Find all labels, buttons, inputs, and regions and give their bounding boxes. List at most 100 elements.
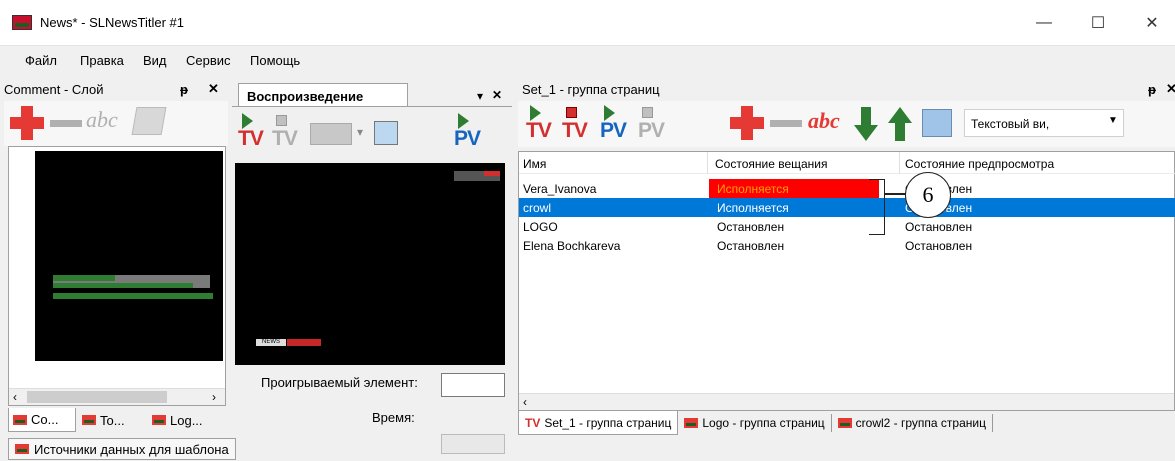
news-logo-red: [287, 339, 321, 346]
right-panel-header: Set_1 - группа страниц ᵽ ✕: [518, 79, 1175, 101]
stop-tv-button[interactable]: TV: [562, 105, 592, 143]
tab-comment[interactable]: Co...: [8, 408, 76, 432]
menu-service[interactable]: Сервис: [186, 53, 231, 68]
right-toolbar: TV TV PV PV abc Текстовый ви, ▼: [518, 101, 1175, 147]
right-panel: Set_1 - группа страниц ᵽ ✕ TV TV PV PV a…: [518, 79, 1175, 435]
column-header-preview[interactable]: Состояние предпросмотра: [905, 157, 1054, 171]
menu-help[interactable]: Помощь: [250, 53, 300, 68]
stop-icon: [566, 107, 577, 118]
layer-label: Comment: [99, 345, 152, 359]
row-name: LOGO: [523, 220, 558, 234]
play-pv-button[interactable]: PV: [454, 113, 484, 151]
close-panel-icon[interactable]: ✕: [208, 81, 219, 97]
row-broadcast: Остановлен: [717, 239, 785, 253]
play-tv-button[interactable]: TV: [238, 113, 268, 151]
news-logo: NEWS: [256, 339, 286, 346]
stop-pv-button[interactable]: PV: [638, 105, 668, 143]
play-pv-button[interactable]: PV: [600, 105, 630, 143]
edit-template-icon[interactable]: [922, 109, 952, 137]
menu-file[interactable]: Файл: [25, 53, 57, 68]
left-panel-body: Comment ‹ ›: [8, 146, 226, 406]
remove-layer-icon[interactable]: [50, 120, 82, 127]
menu-edit[interactable]: Правка: [80, 53, 124, 68]
close-panel-icon[interactable]: ✕: [492, 88, 502, 102]
left-scrollbar[interactable]: ‹ ›: [9, 388, 225, 405]
thumb-bar-green-1: [53, 275, 115, 281]
tab-label: Set_1 - группа страниц: [544, 415, 672, 430]
layer-icon: [13, 414, 27, 425]
app-icon: [12, 15, 32, 30]
row-broadcast: Исполняется: [717, 182, 789, 196]
add-layer-icon[interactable]: [10, 106, 44, 140]
camera-icon[interactable]: [310, 123, 352, 145]
move-down-icon[interactable]: [854, 107, 878, 141]
left-bottom-tabs: Co... To... Log...: [8, 408, 226, 433]
text-icon[interactable]: abc: [808, 108, 840, 134]
time-label: Время:: [372, 410, 415, 425]
chevron-down-icon[interactable]: ▼: [1108, 115, 1118, 126]
channel-logo-mark: [484, 171, 500, 176]
left-panel-header: Comment - Слой ᵽ ✕: [0, 79, 228, 101]
view-mode-select[interactable]: Текстовый ви, ▼: [964, 109, 1124, 137]
tab-to[interactable]: To...: [78, 408, 146, 432]
tab-log[interactable]: Log...: [148, 408, 224, 432]
close-panel-icon[interactable]: ✕: [1166, 81, 1175, 97]
scroll-right-icon[interactable]: ›: [212, 390, 216, 404]
camera-dropdown-icon[interactable]: ▾: [357, 125, 363, 139]
row-preview: Остановлен: [905, 239, 973, 253]
close-button[interactable]: ✕: [1129, 0, 1175, 46]
scroll-left-icon[interactable]: ‹: [523, 395, 527, 409]
tab-playback[interactable]: Воспроизведение: [238, 83, 408, 107]
played-item-field[interactable]: [441, 373, 505, 397]
dropdown-icon[interactable]: ▾: [477, 89, 483, 103]
channel-logo: [454, 171, 500, 181]
menu-view[interactable]: Вид: [143, 53, 167, 68]
stop-tv-button[interactable]: TV: [272, 113, 302, 151]
add-page-icon[interactable]: [730, 106, 764, 140]
table-row[interactable]: LOGO Остановлен Остановлен: [519, 217, 1175, 236]
scroll-thumb[interactable]: [27, 391, 167, 403]
play-tv-button[interactable]: TV: [526, 105, 556, 143]
stop-icon: [276, 115, 287, 126]
view-mode-value: Текстовый ви,: [971, 117, 1050, 131]
right-bottom-tabs: TV Set_1 - группа страниц Logo - группа …: [518, 411, 1175, 435]
tab-logo[interactable]: Logo - группа страниц: [678, 412, 830, 434]
middle-panel: Воспроизведение ▾ ✕ TV TV ▾ PV NEWS Прои…: [232, 79, 512, 454]
row-name: Vera_Ivanova: [523, 182, 597, 196]
column-header-broadcast[interactable]: Состояние вещания: [715, 157, 828, 171]
move-up-icon[interactable]: [888, 107, 912, 141]
right-scrollbar[interactable]: ‹: [519, 393, 1174, 410]
text-icon[interactable]: abc: [86, 107, 118, 133]
layer-icon: [15, 444, 29, 454]
menu-bar: Файл Правка Вид Сервис Помощь: [0, 47, 1175, 75]
tab-set1[interactable]: TV Set_1 - группа страниц: [518, 411, 679, 435]
scroll-left-icon[interactable]: ‹: [13, 390, 17, 404]
row-name: crowl: [523, 201, 552, 215]
table-row[interactable]: Elena Bochkareva Остановлен Остановлен: [519, 236, 1175, 255]
thumb-bar-green-3: [53, 293, 213, 299]
right-panel-title: Set_1 - группа страниц: [522, 82, 660, 97]
pin-icon[interactable]: ᵽ: [1148, 82, 1156, 97]
image-icon[interactable]: [374, 121, 398, 145]
column-header-name[interactable]: Имя: [523, 157, 546, 171]
remove-page-icon[interactable]: [770, 120, 802, 127]
edit-template-icon[interactable]: [131, 107, 167, 135]
title-bar: News* - SLNewsTitler #1 — ☐ ✕: [0, 0, 1175, 46]
row-preview: Остановлен: [905, 220, 973, 234]
pin-icon[interactable]: ᵽ: [180, 82, 188, 97]
maximize-button[interactable]: ☐: [1075, 0, 1121, 46]
table-row[interactable]: crowl Исполняется Остановлен: [519, 198, 1175, 217]
stop-icon: [642, 107, 653, 118]
pages-table: Имя Состояние вещания Состояние предпрос…: [518, 151, 1175, 411]
tab-label: Logo - группа страниц: [702, 416, 825, 430]
row-name: Elena Bochkareva: [523, 239, 621, 253]
table-header: Имя Состояние вещания Состояние предпрос…: [519, 152, 1175, 174]
tab-crowl2[interactable]: crowl2 - группа страниц: [830, 414, 993, 432]
tv-icon: TV: [525, 415, 541, 430]
thumb-bar-green-2: [53, 283, 193, 288]
column-divider: [899, 152, 900, 174]
table-row[interactable]: Vera_Ivanova Исполняется Остановлен: [519, 179, 1175, 198]
minimize-button[interactable]: —: [1021, 0, 1067, 46]
data-sources-tab[interactable]: Источники данных для шаблона: [8, 438, 236, 460]
window-title: News* - SLNewsTitler #1: [40, 15, 185, 30]
